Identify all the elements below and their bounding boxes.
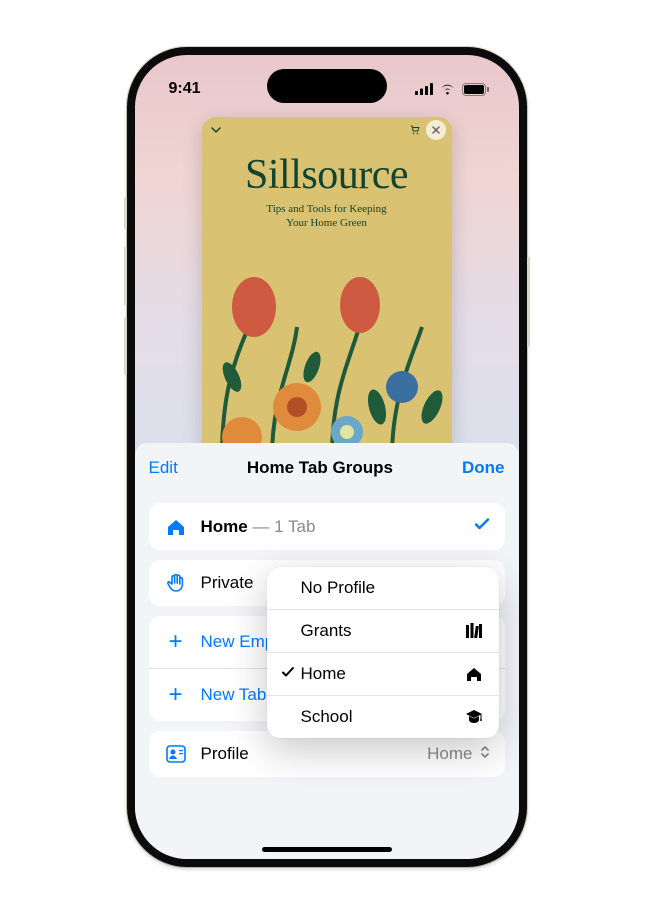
profile-value: Home <box>427 744 472 764</box>
profile-label: Profile <box>201 744 428 764</box>
menu-label: Grants <box>301 621 463 641</box>
tab-group-home[interactable]: Home — 1 Tab <box>149 503 505 550</box>
close-tab-button[interactable] <box>426 120 446 140</box>
chevron-down-icon <box>210 124 222 136</box>
menu-label: School <box>301 707 463 727</box>
tab-preview-card[interactable]: Sillsource Tips and Tools for Keeping Yo… <box>202 117 452 457</box>
tab-group-label: Home — 1 Tab <box>201 517 473 537</box>
floral-illustration <box>202 257 452 457</box>
volume-up-button <box>124 247 127 305</box>
menu-item-home[interactable]: Home <box>267 652 499 695</box>
graduation-cap-icon <box>463 709 483 725</box>
card-title: Sillsource <box>202 151 452 199</box>
profile-icon <box>163 743 189 765</box>
status-time: 9:41 <box>169 80 201 98</box>
done-button[interactable]: Done <box>462 458 505 478</box>
home-indicator[interactable] <box>262 847 392 852</box>
wifi-icon <box>439 83 456 95</box>
hand-icon <box>163 572 189 594</box>
iphone-frame: 9:41 Sillsource Tips and Tools fo <box>127 47 527 867</box>
checkmark-icon <box>473 515 491 538</box>
menu-item-grants[interactable]: Grants <box>267 609 499 652</box>
cart-icon <box>410 125 420 135</box>
battery-icon <box>462 83 489 96</box>
house-icon <box>163 516 189 538</box>
plus-icon: + <box>163 628 189 656</box>
menu-item-no-profile[interactable]: No Profile <box>267 567 499 609</box>
edit-button[interactable]: Edit <box>149 458 178 478</box>
menu-label: No Profile <box>301 578 463 598</box>
card-subtitle: Tips and Tools for Keeping Your Home Gre… <box>202 203 452 231</box>
dynamic-island <box>267 69 387 103</box>
cellular-icon <box>415 83 433 95</box>
sheet-title: Home Tab Groups <box>247 458 393 478</box>
volume-down-button <box>124 317 127 375</box>
power-button <box>527 257 530 347</box>
screen: 9:41 Sillsource Tips and Tools fo <box>135 55 519 859</box>
house-icon <box>463 666 483 682</box>
menu-label: Home <box>301 664 463 684</box>
up-down-icon <box>479 744 491 765</box>
tab-group-list: Home — 1 Tab <box>149 503 505 550</box>
plus-icon: + <box>163 681 189 709</box>
menu-item-school[interactable]: School <box>267 695 499 738</box>
side-button <box>124 197 127 229</box>
library-icon <box>463 623 483 639</box>
checkmark-icon <box>281 665 301 683</box>
profile-menu: No Profile Grants Home <box>267 567 499 738</box>
close-icon <box>431 125 441 135</box>
